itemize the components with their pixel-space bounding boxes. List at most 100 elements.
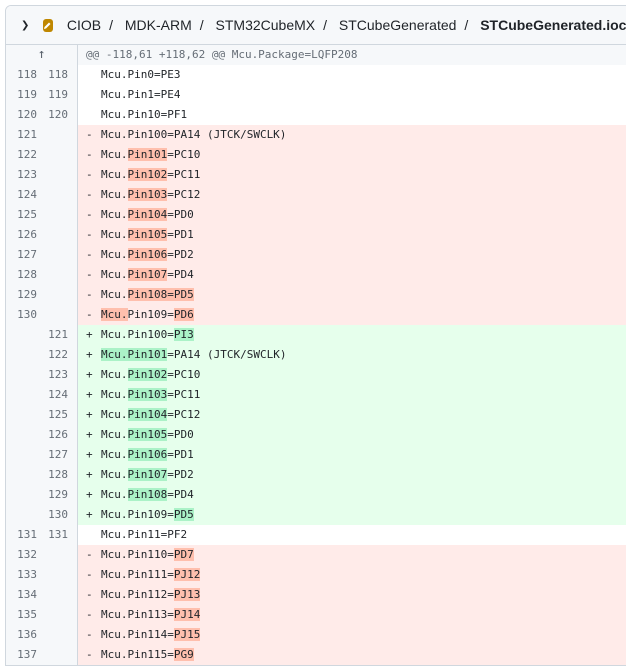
- old-line-number[interactable]: 133: [6, 565, 37, 585]
- line-code: - Mcu.Pin104=PD0: [78, 205, 626, 225]
- new-line-number[interactable]: [37, 205, 73, 225]
- line-numbers: 123: [6, 165, 78, 185]
- diff-sign: +: [86, 328, 93, 341]
- old-line-number[interactable]: 125: [6, 205, 37, 225]
- new-line-number[interactable]: 128: [37, 465, 73, 485]
- old-line-number[interactable]: 122: [6, 145, 37, 165]
- old-line-number[interactable]: [6, 505, 37, 525]
- old-line-number[interactable]: 130: [6, 305, 37, 325]
- added-line: 124 + Mcu.Pin103=PC11: [6, 385, 626, 405]
- line-code: - Mcu.Pin103=PC12: [78, 185, 626, 205]
- old-line-number[interactable]: 132: [6, 545, 37, 565]
- old-line-number[interactable]: 124: [6, 185, 37, 205]
- line-code: Mcu.Pin0=PE3: [78, 65, 626, 85]
- changed-text: Pin101: [127, 148, 168, 161]
- line-numbers: 118 118: [6, 65, 78, 85]
- old-line-number[interactable]: 127: [6, 245, 37, 265]
- old-line-number[interactable]: 136: [6, 625, 37, 645]
- code-text: Mcu.: [101, 368, 128, 381]
- new-line-number[interactable]: [37, 245, 73, 265]
- changed-text: Pin107: [127, 268, 168, 281]
- old-line-number[interactable]: 123: [6, 165, 37, 185]
- new-line-number[interactable]: 122: [37, 345, 73, 365]
- old-line-number[interactable]: 137: [6, 645, 37, 665]
- old-line-number[interactable]: [6, 485, 37, 505]
- new-line-number[interactable]: [37, 585, 73, 605]
- breadcrumb-item[interactable]: MDK-ARM: [125, 17, 192, 33]
- new-line-number[interactable]: 126: [37, 425, 73, 445]
- old-line-number[interactable]: [6, 325, 37, 345]
- diff-sign: +: [86, 368, 93, 381]
- old-line-number[interactable]: [6, 345, 37, 365]
- breadcrumb-item[interactable]: STCubeGenerated: [339, 17, 457, 33]
- hunk-header: @@ -118,61 +118,62 @@ Mcu.Package=LQFP20…: [78, 45, 626, 65]
- old-line-number[interactable]: [6, 405, 37, 425]
- new-line-number[interactable]: [37, 185, 73, 205]
- new-line-number[interactable]: 120: [37, 105, 73, 125]
- new-line-number[interactable]: 119: [37, 85, 73, 105]
- old-line-number[interactable]: 119: [6, 85, 37, 105]
- diff-sign: [78, 525, 101, 545]
- new-line-number[interactable]: 127: [37, 445, 73, 465]
- new-line-number[interactable]: [37, 645, 73, 665]
- new-line-number[interactable]: [37, 625, 73, 645]
- old-line-number[interactable]: 134: [6, 585, 37, 605]
- line-numbers: 126: [6, 225, 78, 245]
- old-line-number[interactable]: 120: [6, 105, 37, 125]
- new-line-number[interactable]: 124: [37, 385, 73, 405]
- old-line-number[interactable]: [6, 445, 37, 465]
- deleted-line: 137 - Mcu.Pin115=PG9: [6, 645, 626, 665]
- added-line: 126 + Mcu.Pin105=PD0: [6, 425, 626, 445]
- old-line-number[interactable]: 128: [6, 265, 37, 285]
- code-text: =PD1: [167, 228, 194, 241]
- old-line-number[interactable]: [6, 425, 37, 445]
- diff-sign: -: [86, 148, 93, 161]
- new-line-number[interactable]: 125: [37, 405, 73, 425]
- diff-sign: [78, 65, 101, 85]
- old-line-number[interactable]: [6, 365, 37, 385]
- new-line-number[interactable]: 131: [37, 525, 73, 545]
- breadcrumb-item[interactable]: STM32CubeMX: [216, 17, 316, 33]
- new-line-number[interactable]: [37, 565, 73, 585]
- old-line-number[interactable]: 126: [6, 225, 37, 245]
- code-text: =PD0: [167, 428, 194, 441]
- breadcrumb[interactable]: CIOB / MDK-ARM / STM32CubeMX / STCubeGenera…: [67, 17, 626, 33]
- old-line-number[interactable]: 131: [6, 525, 37, 545]
- new-line-number[interactable]: 129: [37, 485, 73, 505]
- old-line-number[interactable]: 118: [6, 65, 37, 85]
- line-code: + Mcu.Pin105=PD0: [78, 425, 626, 445]
- new-line-number[interactable]: [37, 145, 73, 165]
- new-line-number[interactable]: 118: [37, 65, 73, 85]
- line-code: + Mcu.Pin107=PD2: [78, 465, 626, 485]
- diff-sign: +: [86, 408, 93, 421]
- old-line-number[interactable]: [6, 465, 37, 485]
- diff-sign: -: [86, 288, 93, 301]
- expand-up-icon[interactable]: ↑: [6, 45, 78, 65]
- breadcrumb-item[interactable]: CIOB: [67, 17, 101, 33]
- line-numbers: 137: [6, 645, 78, 665]
- new-line-number[interactable]: 130: [37, 505, 73, 525]
- added-line: 130 + Mcu.Pin109=PD5: [6, 505, 626, 525]
- new-line-number[interactable]: [37, 305, 73, 325]
- context-line: 118 118 Mcu.Pin0=PE3: [6, 65, 626, 85]
- code-text: Mcu.: [101, 148, 128, 161]
- changed-text: Pin107: [127, 468, 168, 481]
- new-line-number[interactable]: 123: [37, 365, 73, 385]
- file-name[interactable]: STCubeGenerated.ioc: [480, 17, 626, 33]
- new-line-number[interactable]: [37, 125, 73, 145]
- new-line-number[interactable]: [37, 545, 73, 565]
- new-line-number[interactable]: [37, 225, 73, 245]
- old-line-number[interactable]: 135: [6, 605, 37, 625]
- new-line-number[interactable]: [37, 165, 73, 185]
- chevron-down-icon[interactable]: ❯: [21, 20, 31, 31]
- line-numbers: 128: [6, 265, 78, 285]
- code-text: Mcu.Pin100=PA14 (JTCK/SWCLK): [101, 128, 287, 141]
- new-line-number[interactable]: [37, 265, 73, 285]
- old-line-number[interactable]: 129: [6, 285, 37, 305]
- new-line-number[interactable]: 121: [37, 325, 73, 345]
- old-line-number[interactable]: [6, 385, 37, 405]
- old-line-number[interactable]: 121: [6, 125, 37, 145]
- new-line-number[interactable]: [37, 285, 73, 305]
- new-line-number[interactable]: [37, 605, 73, 625]
- line-numbers: 125: [6, 405, 78, 425]
